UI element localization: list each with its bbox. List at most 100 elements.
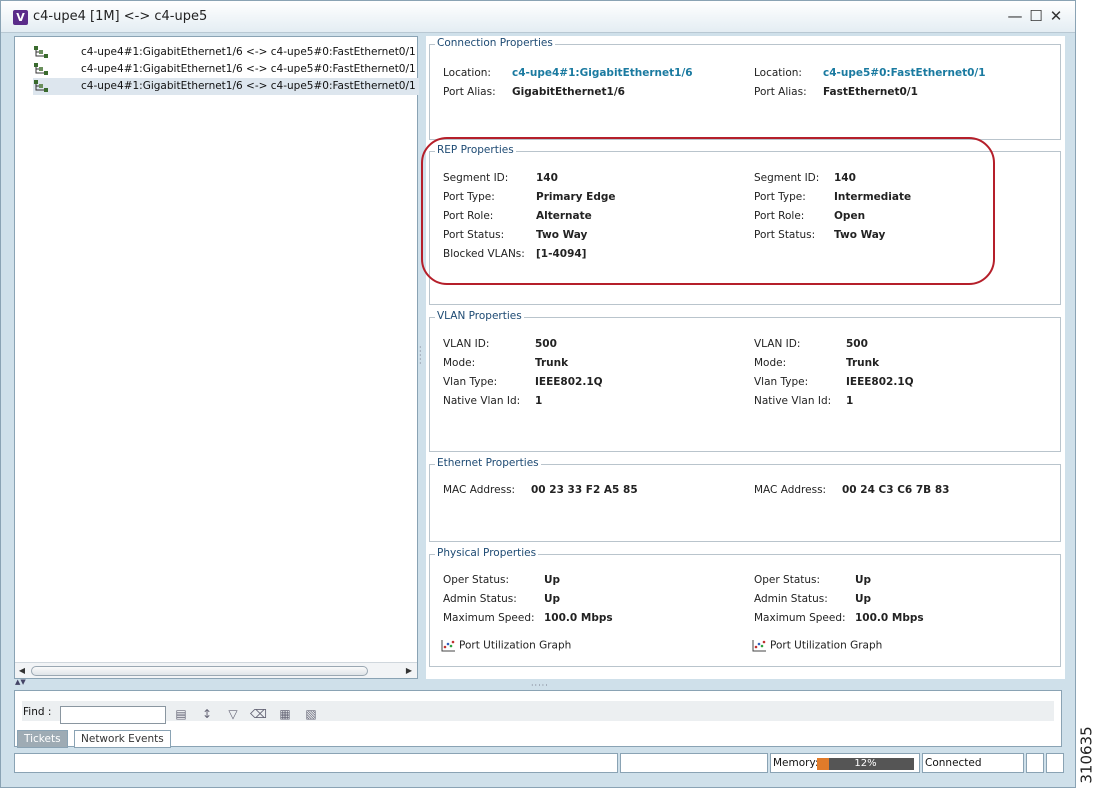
print-icon[interactable]: ▧ — [303, 706, 319, 722]
tree-item-physical[interactable]: c4-upe4#1:GigabitEthernet1/6 <-> c4-upe5… — [33, 61, 419, 78]
location-link-left[interactable]: c4-upe4#1:GigabitEthernet1/6 — [512, 67, 693, 79]
port-role-label: Port Role: — [443, 210, 494, 222]
graph-icon — [441, 640, 455, 652]
port-role-left: Alternate — [536, 210, 592, 222]
vlan-type-left: IEEE802.1Q — [535, 376, 603, 388]
mac-address-right: 00 24 C3 C6 7B 83 — [842, 484, 950, 496]
admin-status-label: Admin Status: — [443, 593, 517, 605]
vlan-type-label: Vlan Type: — [754, 376, 809, 388]
link-node-icon — [34, 80, 48, 92]
oper-status-label: Oper Status: — [443, 574, 510, 586]
figure-number-text: 310635 — [1077, 726, 1096, 784]
scroll-left-icon[interactable]: ◀ — [16, 665, 28, 677]
table-view-icon[interactable]: ▤ — [173, 706, 189, 722]
oper-status-left: Up — [544, 574, 561, 586]
blocked-vlans-left: [1-4094] — [536, 248, 587, 260]
max-speed-right: 100.0 Mbps — [855, 612, 924, 624]
port-role-right: Open — [834, 210, 866, 222]
horizontal-splitter-handle[interactable]: ····· — [531, 681, 549, 690]
native-vlan-left: 1 — [535, 395, 543, 407]
native-vlan-right: 1 — [846, 395, 854, 407]
status-cell-small — [1026, 753, 1044, 773]
rep-properties-group: REP Properties Segment ID: 140 Port Type… — [429, 144, 1061, 305]
vlan-id-left: 500 — [535, 338, 557, 350]
mode-right: Trunk — [846, 357, 880, 369]
collapse-arrows-icon[interactable]: ▲▼ — [15, 678, 26, 686]
properties-panel: Connection Properties Location: c4-upe4#… — [426, 36, 1065, 679]
port-type-label: Port Type: — [443, 191, 495, 203]
filter-icon[interactable]: ▽ — [225, 706, 241, 722]
connection-properties-group: Connection Properties Location: c4-upe4#… — [429, 37, 1061, 140]
scroll-right-icon[interactable]: ▶ — [403, 665, 415, 677]
ethernet-properties-group: Ethernet Properties MAC Address: 00 23 3… — [429, 457, 1061, 542]
port-utilization-graph-link-right[interactable]: Port Utilization Graph — [752, 639, 882, 652]
group-title: Ethernet Properties — [435, 457, 541, 469]
scrollbar-thumb[interactable] — [31, 666, 368, 676]
group-title: REP Properties — [435, 144, 516, 156]
port-alias-right: FastEthernet0/1 — [823, 86, 918, 98]
horizontal-scrollbar[interactable]: ◀ ▶ — [15, 662, 417, 678]
port-type-label: Port Type: — [754, 191, 806, 203]
tree-item-ethernet[interactable]: c4-upe4#1:GigabitEthernet1/6 <-> c4-upe5… — [33, 44, 419, 61]
memory-cell: Memory: 12% — [770, 753, 920, 773]
tab-network-events[interactable]: Network Events — [74, 730, 171, 748]
app-logo-icon: V — [13, 10, 28, 25]
link-tree-panel: c4-upe4#1:GigabitEthernet1/6 <-> c4-upe5… — [14, 36, 419, 679]
location-label: Location: — [754, 67, 802, 79]
port-alias-left: GigabitEthernet1/6 — [512, 86, 625, 98]
admin-status-right: Up — [855, 593, 872, 605]
group-title: Connection Properties — [435, 37, 555, 49]
group-title: VLAN Properties — [435, 310, 524, 322]
find-input[interactable] — [60, 706, 166, 724]
segment-id-label: Segment ID: — [443, 172, 509, 184]
segment-id-label: Segment ID: — [754, 172, 820, 184]
find-label: Find : — [23, 706, 52, 718]
segment-id-left: 140 — [536, 172, 558, 184]
tab-tickets[interactable]: Tickets — [17, 730, 68, 748]
admin-status-left: Up — [544, 593, 561, 605]
maximize-button[interactable]: ☐ — [1027, 7, 1045, 25]
title-bar[interactable]: V c4-upe4 [1M] <-> c4-upe5 — ☐ ✕ — [1, 1, 1075, 33]
memory-progress-bar: 12% — [817, 758, 914, 770]
port-status-left: Two Way — [536, 229, 588, 241]
sort-icon[interactable]: ↕ — [199, 706, 215, 722]
mac-address-label: MAC Address: — [754, 484, 827, 496]
minimize-button[interactable]: — — [1006, 7, 1024, 25]
mac-address-label: MAC Address: — [443, 484, 516, 496]
port-status-right: Two Way — [834, 229, 886, 241]
location-label: Location: — [443, 67, 491, 79]
port-alias-label: Port Alias: — [754, 86, 807, 98]
mode-label: Mode: — [443, 357, 476, 369]
memory-label: Memory: — [773, 757, 819, 769]
link-node-icon — [34, 46, 48, 58]
graph-link-label: Port Utilization Graph — [459, 639, 572, 652]
graph-link-label: Port Utilization Graph — [770, 639, 883, 652]
blocked-vlans-label: Blocked VLANs: — [443, 248, 525, 260]
window-title: c4-upe4 [1M] <-> c4-upe5 — [33, 9, 208, 24]
vlan-id-label: VLAN ID: — [754, 338, 801, 350]
oper-status-label: Oper Status: — [754, 574, 821, 586]
vertical-splitter-handle[interactable]: · · · · · — [419, 344, 425, 368]
port-status-label: Port Status: — [443, 229, 505, 241]
close-button[interactable]: ✕ — [1047, 7, 1065, 25]
graph-icon — [752, 640, 766, 652]
export-icon[interactable]: ▦ — [277, 706, 293, 722]
max-speed-label: Maximum Speed: — [443, 612, 535, 624]
tree-item-vlan[interactable]: c4-upe4#1:GigabitEthernet1/6 <-> c4-upe5… — [33, 78, 419, 95]
clear-filter-icon[interactable]: ⌫ — [250, 706, 267, 722]
native-vlan-label: Native Vlan Id: — [443, 395, 521, 407]
port-role-label: Port Role: — [754, 210, 805, 222]
mode-label: Mode: — [754, 357, 787, 369]
port-status-label: Port Status: — [754, 229, 816, 241]
tree-item-label: c4-upe4#1:GigabitEthernet1/6 <-> c4-upe5… — [81, 63, 419, 75]
physical-properties-group: Physical Properties Oper Status: Up Admi… — [429, 547, 1061, 667]
connection-status: Connected — [922, 753, 1024, 773]
admin-status-label: Admin Status: — [754, 593, 828, 605]
max-speed-label: Maximum Speed: — [754, 612, 846, 624]
figure-number: 310635 — [1077, 722, 1096, 786]
link-node-icon — [34, 63, 48, 75]
port-utilization-graph-link-left[interactable]: Port Utilization Graph — [441, 639, 571, 652]
segment-id-right: 140 — [834, 172, 856, 184]
location-link-right[interactable]: c4-upe5#0:FastEthernet0/1 — [823, 67, 986, 79]
tree-item-label: c4-upe4#1:GigabitEthernet1/6 <-> c4-upe5… — [81, 80, 419, 92]
